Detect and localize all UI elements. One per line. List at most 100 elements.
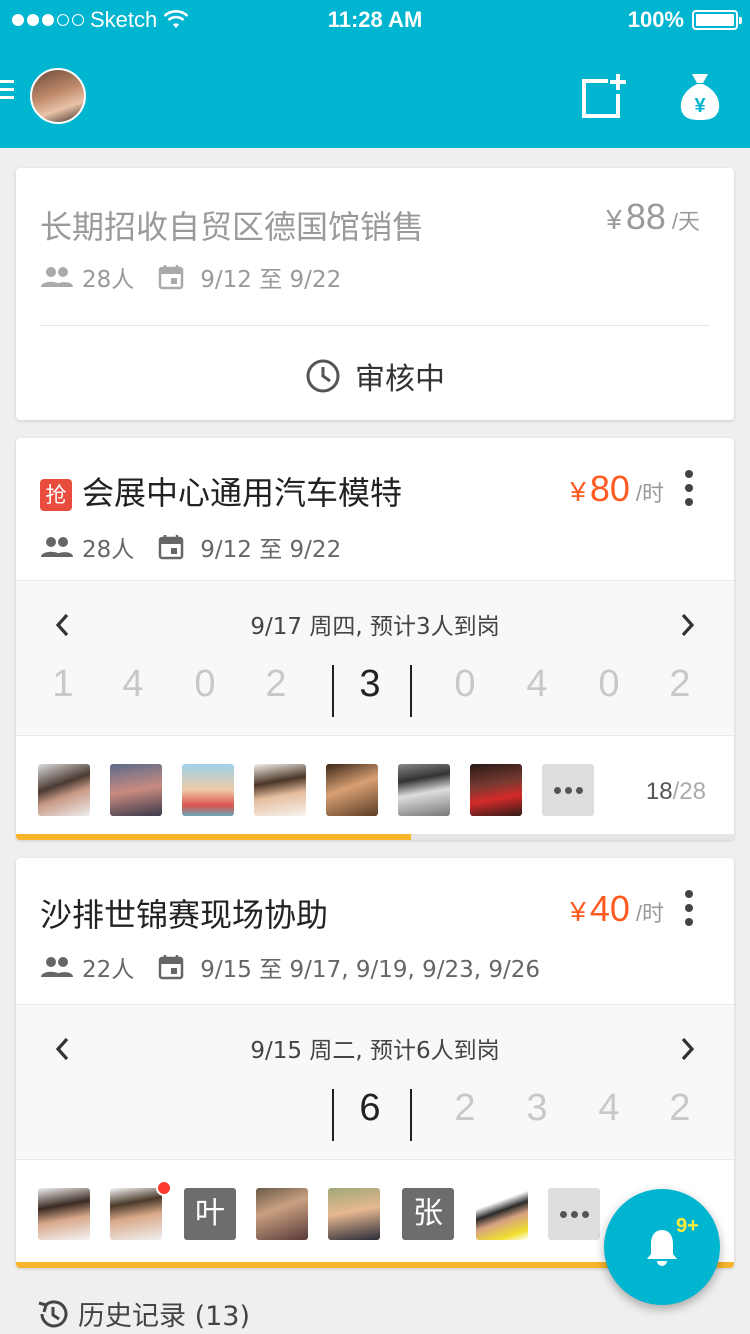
divider bbox=[40, 325, 710, 326]
day-count[interactable]: 4 bbox=[589, 1087, 629, 1130]
filled-number: 18 bbox=[645, 778, 673, 805]
day-count[interactable]: 4 bbox=[517, 663, 557, 706]
job-title: 会展中心通用汽车模特 bbox=[82, 474, 403, 512]
people-icon bbox=[40, 955, 74, 979]
calendar-icon bbox=[158, 535, 192, 560]
selected-day-count[interactable]: 3 bbox=[350, 663, 390, 706]
price-currency: ¥ bbox=[606, 204, 622, 235]
selection-right-bar bbox=[410, 1089, 412, 1141]
daily-count-picker[interactable]: 6 2 3 4 2 bbox=[16, 1087, 734, 1147]
avatar[interactable] bbox=[110, 1188, 162, 1240]
job-meta: 28人 9/12 至 9/22 bbox=[40, 530, 341, 564]
job-card-pending[interactable]: 长期招收自贸区德国馆销售 ¥88/天 28人 9/12 至 9/22 审核中 bbox=[16, 168, 734, 420]
avatar[interactable] bbox=[476, 1188, 528, 1240]
more-options-icon[interactable] bbox=[684, 470, 694, 506]
chevron-right-icon[interactable] bbox=[678, 611, 698, 639]
day-count[interactable]: 0 bbox=[589, 663, 629, 706]
menu-icon[interactable] bbox=[0, 80, 16, 100]
bell-icon bbox=[647, 1230, 677, 1266]
job-title: 长期招收自贸区德国馆销售 bbox=[40, 208, 425, 246]
avatar[interactable] bbox=[38, 1188, 90, 1240]
unread-dot bbox=[156, 1180, 172, 1196]
job-price: ¥80/时 bbox=[570, 468, 664, 510]
notifications-button[interactable]: 9+ bbox=[604, 1189, 720, 1305]
money-bag-yen-icon[interactable]: ¥ bbox=[678, 72, 722, 122]
job-card[interactable]: 抢会展中心通用汽车模特 ¥80/时 28人 9/12 至 9/22 9/17 周… bbox=[16, 438, 734, 840]
avatar[interactable] bbox=[326, 764, 378, 816]
day-count[interactable]: 0 bbox=[445, 663, 485, 706]
history-link[interactable]: 历史记录 (13) bbox=[36, 1294, 250, 1333]
fill-progress bbox=[16, 834, 411, 840]
job-title: 沙排世锦赛现场协助 bbox=[40, 896, 329, 934]
day-count[interactable]: 2 bbox=[660, 663, 700, 706]
job-dates: 9/15 至 9/17, 9/19, 9/23, 9/26 bbox=[200, 957, 541, 983]
day-count[interactable]: 2 bbox=[256, 663, 296, 706]
price-value: 80 bbox=[589, 468, 630, 509]
battery-icon bbox=[692, 10, 742, 30]
app-bar: ¥ bbox=[0, 40, 750, 148]
job-price: ¥40/时 bbox=[570, 888, 664, 930]
calendar-icon bbox=[158, 265, 192, 290]
price-currency: ¥ bbox=[570, 896, 586, 927]
avatar[interactable] bbox=[38, 764, 90, 816]
day-count[interactable]: 3 bbox=[517, 1087, 557, 1130]
letter-avatar[interactable]: 叶 bbox=[184, 1188, 236, 1240]
job-price: ¥88/天 bbox=[606, 196, 700, 238]
more-avatars-button[interactable] bbox=[548, 1188, 600, 1240]
day-count[interactable]: 0 bbox=[185, 663, 225, 706]
day-count[interactable]: 1 bbox=[43, 663, 83, 706]
schedule-panel: 9/17 周四, 预计3人到岗 1 4 0 2 3 0 4 0 2 bbox=[16, 580, 734, 736]
chevron-right-icon[interactable] bbox=[678, 1035, 698, 1063]
battery-percent: 100% bbox=[627, 7, 684, 32]
price-currency: ¥ bbox=[570, 476, 586, 507]
letter-avatar[interactable]: 张 bbox=[402, 1188, 454, 1240]
avatar[interactable] bbox=[256, 1188, 308, 1240]
people-icon bbox=[40, 535, 74, 559]
price-unit: /时 bbox=[635, 901, 664, 926]
people-count: 28人 bbox=[82, 537, 135, 563]
people-count: 22人 bbox=[82, 957, 135, 983]
svg-text:¥: ¥ bbox=[694, 95, 706, 117]
day-count[interactable]: 4 bbox=[113, 663, 153, 706]
people-count: 28人 bbox=[82, 267, 135, 293]
grab-badge: 抢 bbox=[40, 479, 72, 511]
compose-icon[interactable] bbox=[578, 74, 628, 120]
price-value: 40 bbox=[589, 888, 630, 929]
avatar[interactable] bbox=[398, 764, 450, 816]
people-icon bbox=[40, 265, 74, 289]
day-count[interactable]: 2 bbox=[445, 1087, 485, 1130]
applicant-avatars: 18/28 bbox=[16, 736, 734, 836]
fill-progress-bar bbox=[16, 834, 734, 840]
selection-right-bar bbox=[410, 665, 412, 717]
job-meta: 22人 9/15 至 9/17, 9/19, 9/23, 9/26 bbox=[40, 950, 540, 984]
review-status: 审核中 bbox=[16, 354, 734, 398]
notification-count: 9+ bbox=[676, 1215, 699, 1237]
day-count[interactable]: 2 bbox=[660, 1087, 700, 1130]
status-label: 审核中 bbox=[355, 362, 445, 397]
job-dates: 9/12 至 9/22 bbox=[200, 267, 342, 293]
battery-info: 100% bbox=[627, 7, 742, 33]
price-value: 88 bbox=[625, 196, 666, 237]
price-unit: /天 bbox=[671, 209, 700, 234]
schedule-summary: 9/15 周二, 预计6人到岗 bbox=[250, 1038, 500, 1064]
filled-count: 18/28 bbox=[646, 778, 706, 806]
history-icon bbox=[38, 1299, 68, 1327]
avatar[interactable] bbox=[182, 764, 234, 816]
total-number: /28 bbox=[672, 778, 706, 805]
schedule-summary: 9/17 周四, 预计3人到岗 bbox=[250, 614, 500, 640]
more-options-icon[interactable] bbox=[684, 890, 694, 926]
selection-left-bar bbox=[332, 665, 334, 717]
clock-icon bbox=[306, 359, 340, 393]
avatar[interactable] bbox=[470, 764, 522, 816]
avatar[interactable] bbox=[110, 764, 162, 816]
avatar[interactable] bbox=[254, 764, 306, 816]
job-dates: 9/12 至 9/22 bbox=[200, 537, 342, 563]
daily-count-picker[interactable]: 1 4 0 2 3 0 4 0 2 bbox=[16, 663, 734, 723]
history-label: 历史记录 (13) bbox=[78, 1301, 251, 1332]
more-avatars-button[interactable] bbox=[542, 764, 594, 816]
schedule-panel: 9/15 周二, 预计6人到岗 6 2 3 4 2 bbox=[16, 1004, 734, 1160]
avatar[interactable] bbox=[328, 1188, 380, 1240]
user-avatar[interactable] bbox=[30, 68, 86, 124]
selected-day-count[interactable]: 6 bbox=[350, 1087, 390, 1130]
status-bar: Sketch 11:28 AM 100% bbox=[0, 0, 750, 40]
